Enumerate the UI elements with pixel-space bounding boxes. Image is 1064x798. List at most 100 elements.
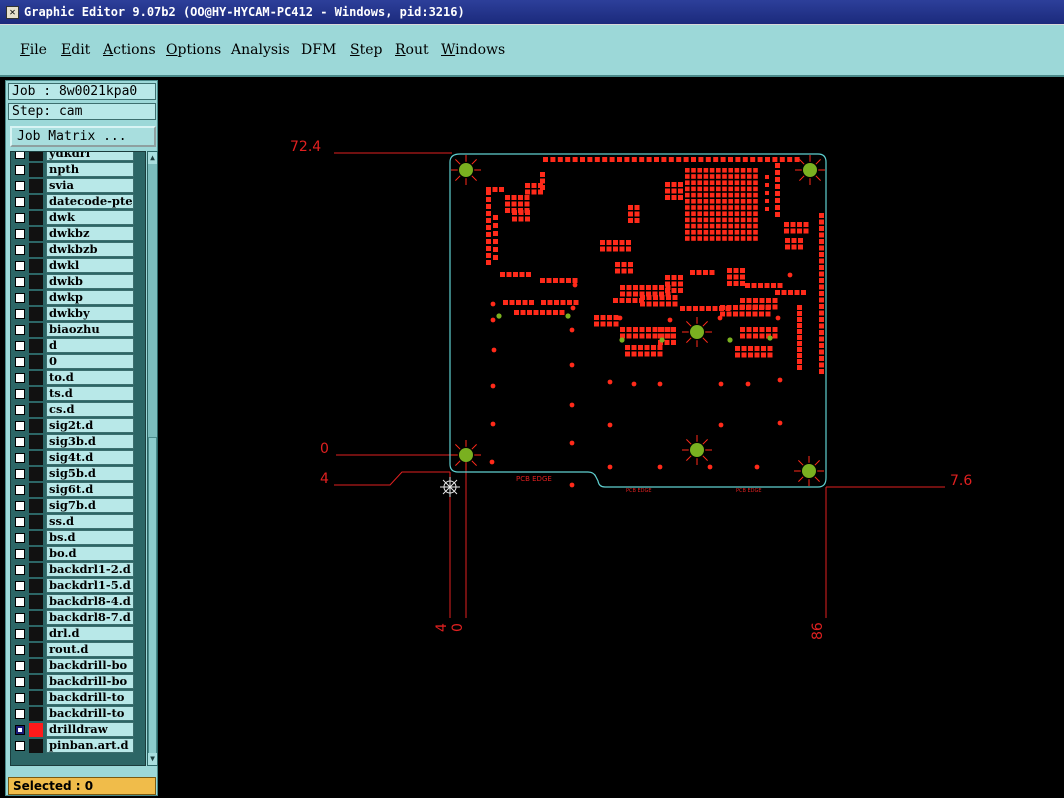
job-matrix-button[interactable]: Job Matrix ... [10,126,156,147]
layer-name[interactable]: sig3b.d [46,434,134,449]
layer-name[interactable]: backdrl8-4.d [46,594,134,609]
layer-checkbox[interactable] [15,341,25,351]
layer-checkbox[interactable] [15,373,25,383]
layer-checkbox[interactable] [15,293,25,303]
layer-name[interactable]: backdrill-bo [46,658,134,673]
app-icon[interactable]: ✕ [6,6,19,19]
layer-name[interactable]: bs.d [46,530,134,545]
layer-color-swatch[interactable] [29,323,43,337]
layer-checkbox[interactable] [15,613,25,623]
layer-row[interactable]: to.d [11,370,143,386]
layer-row[interactable]: sig4t.d [11,450,143,466]
layer-name[interactable]: datecode-pte [46,194,134,209]
layer-color-swatch[interactable] [29,643,43,657]
layer-row[interactable]: backdrill-bo [11,674,143,690]
layer-checkbox[interactable] [15,213,25,223]
layer-row[interactable]: dwkl [11,258,143,274]
layer-name[interactable]: backdrill-to [46,706,134,721]
layer-row[interactable]: sig2t.d [11,418,143,434]
layer-name[interactable]: dwkb [46,274,134,289]
layer-row[interactable]: pinban.art.d [11,738,143,754]
layer-checkbox[interactable] [15,152,25,159]
layer-row[interactable]: dwkby [11,306,143,322]
layer-checkbox[interactable] [15,725,25,735]
layer-checkbox[interactable] [15,565,25,575]
layer-row[interactable]: sig7b.d [11,498,143,514]
layer-name[interactable]: ts.d [46,386,134,401]
layer-color-swatch[interactable] [29,499,43,513]
layer-checkbox[interactable] [15,453,25,463]
layer-name[interactable]: backdrl8-7.d [46,610,134,625]
layer-name[interactable]: biaozhu [46,322,134,337]
layer-color-swatch[interactable] [29,627,43,641]
layer-checkbox[interactable] [15,229,25,239]
layer-row[interactable]: 0 [11,354,143,370]
layer-name[interactable]: svia [46,178,134,193]
layer-list-scrollbar[interactable]: ▲ ▼ [147,151,158,766]
layer-color-swatch[interactable] [29,659,43,673]
layer-color-swatch[interactable] [29,451,43,465]
layer-row[interactable]: dwkp [11,290,143,306]
layer-color-swatch[interactable] [29,195,43,209]
layer-name[interactable]: ydkdrl [46,152,134,161]
layer-color-swatch[interactable] [29,579,43,593]
menu-options[interactable]: Options [166,42,221,58]
layer-checkbox[interactable] [15,501,25,511]
layer-name[interactable]: ss.d [46,514,134,529]
layer-name[interactable]: sig4t.d [46,450,134,465]
layer-row[interactable]: drl.d [11,626,143,642]
layer-name[interactable]: dwkbz [46,226,134,241]
layer-row[interactable]: biaozhu [11,322,143,338]
layer-color-swatch[interactable] [29,163,43,177]
layer-color-swatch[interactable] [29,243,43,257]
graphic-canvas[interactable]: 72.4 0 4 7.6 4 0 86 PCB EDGE PCB EDGE PC… [160,80,1064,798]
layer-row[interactable]: dwkbz [11,226,143,242]
layer-row[interactable]: cs.d [11,402,143,418]
layer-name[interactable]: sig5b.d [46,466,134,481]
layer-color-swatch[interactable] [29,339,43,353]
layer-row[interactable]: bo.d [11,546,143,562]
layer-list[interactable]: ydkdrl npth svia datecode-pte dwk dwkbz dwkbzb… [10,151,146,766]
scroll-down-icon[interactable]: ▼ [148,753,157,765]
layer-name[interactable]: sig6t.d [46,482,134,497]
layer-color-swatch[interactable] [29,547,43,561]
layer-color-swatch[interactable] [29,275,43,289]
scroll-up-icon[interactable]: ▲ [148,152,157,164]
layer-row[interactable]: bs.d [11,530,143,546]
menu-rout[interactable]: Rout [395,42,429,58]
menu-analysis[interactable]: Analysis [231,42,290,58]
layer-color-swatch[interactable] [29,675,43,689]
layer-row[interactable]: ydkdrl [11,152,143,162]
layer-checkbox[interactable] [15,197,25,207]
layer-checkbox[interactable] [15,405,25,415]
layer-row[interactable]: sig5b.d [11,466,143,482]
menu-step[interactable]: Step [350,42,382,58]
layer-checkbox[interactable] [15,629,25,639]
layer-color-swatch[interactable] [29,515,43,529]
layer-checkbox[interactable] [15,693,25,703]
layer-name[interactable]: npth [46,162,134,177]
layer-row[interactable]: backdrill-to [11,706,143,722]
layer-row[interactable]: backdrl1-2.d [11,562,143,578]
layer-row[interactable]: dwk [11,210,143,226]
layer-checkbox[interactable] [15,165,25,175]
layer-color-swatch[interactable] [29,419,43,433]
layer-color-swatch[interactable] [29,739,43,753]
layer-color-swatch[interactable] [29,387,43,401]
layer-row[interactable]: d [11,338,143,354]
layer-color-swatch[interactable] [29,531,43,545]
layer-checkbox[interactable] [15,389,25,399]
layer-color-swatch[interactable] [29,595,43,609]
layer-color-swatch[interactable] [29,291,43,305]
layer-name[interactable]: to.d [46,370,134,385]
layer-checkbox[interactable] [15,309,25,319]
layer-checkbox[interactable] [15,357,25,367]
layer-name[interactable]: drl.d [46,626,134,641]
layer-name[interactable]: dwk [46,210,134,225]
layer-color-swatch[interactable] [29,307,43,321]
layer-name[interactable]: drilldraw [46,722,134,737]
layer-name[interactable]: d [46,338,134,353]
menu-dfm[interactable]: DFM [301,42,336,58]
menu-windows[interactable]: Windows [441,42,505,58]
layer-checkbox[interactable] [15,437,25,447]
